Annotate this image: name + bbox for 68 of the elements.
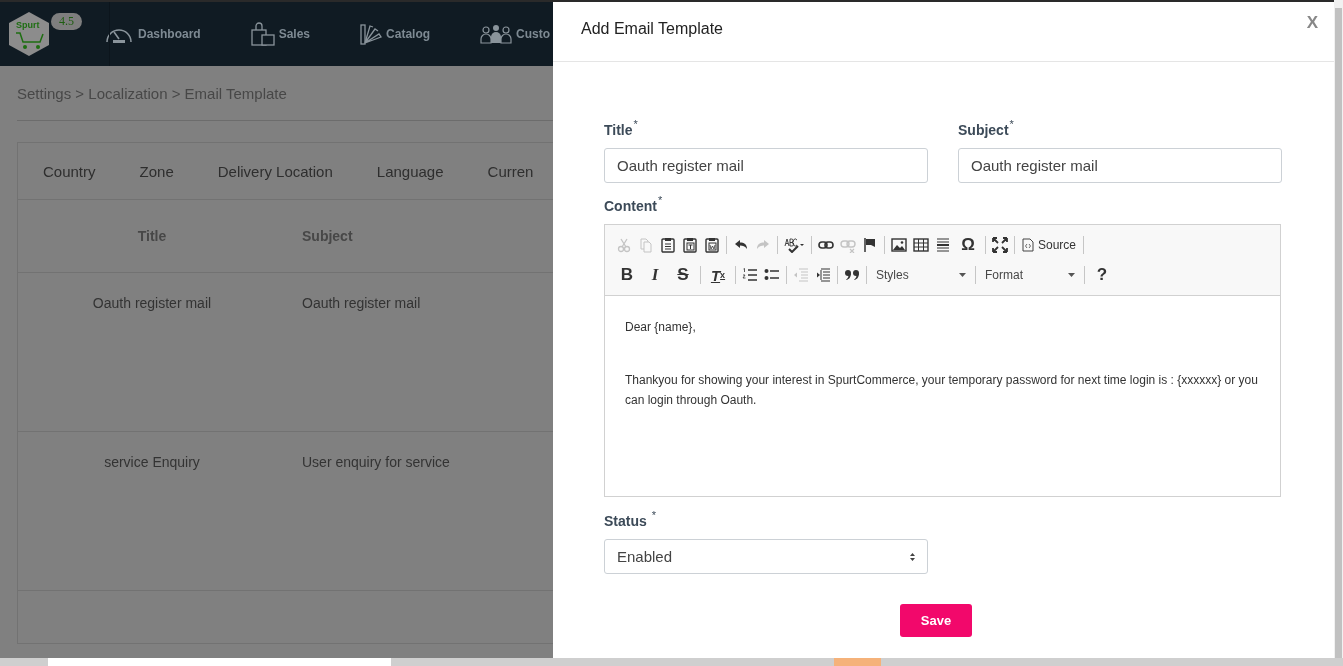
table-cell-text: Oauth register mail xyxy=(91,295,213,313)
dropdown[interactable]: Styles xyxy=(870,264,972,286)
dropdown[interactable]: Format xyxy=(979,264,1081,286)
toolbar-button[interactable]: I xyxy=(641,264,669,286)
scrollbar[interactable] xyxy=(1334,0,1343,658)
input-field[interactable]: Oauth register mail xyxy=(958,148,1282,183)
nav-link[interactable]: Catalog xyxy=(386,27,431,41)
field-label: Title xyxy=(604,122,633,138)
breadcrumb: Settings > Localization > Email Template xyxy=(17,66,553,121)
editor-body[interactable]: Dear {name}, Thankyou for showing your interest in SpurtCommerce, your temporary password for next time login is : {xxxxxx} or you can login through Oauth. xyxy=(605,296,1280,496)
close-button[interactable]: X xyxy=(1306,13,1318,33)
table-cell-text: service Enquiry xyxy=(103,454,201,472)
save-button[interactable]: Save xyxy=(900,604,972,637)
table-cell-text: Oauth register mail xyxy=(301,295,421,313)
sort-caret-icon xyxy=(910,552,915,561)
required-mark: * xyxy=(1009,118,1014,132)
required-mark: * xyxy=(657,194,663,208)
shopping-bag-icon xyxy=(250,22,275,46)
swatch-fan-icon xyxy=(360,23,383,45)
paragraph: Thankyou for showing your interest in SpurtCommerce, your temporary password for next time login is : {xxxxxx} or you can login through Oauth. xyxy=(625,372,1259,409)
toolbar-button[interactable]: ? xyxy=(1088,264,1116,286)
logo-text: Spurt xyxy=(16,21,40,30)
logo-icon xyxy=(8,11,50,57)
table-icon xyxy=(913,237,929,253)
scissors-icon xyxy=(616,237,632,253)
copy-icon xyxy=(638,237,654,253)
caret-icon xyxy=(1068,273,1075,277)
nav-link[interactable]: Sales xyxy=(278,27,311,41)
toolbar-button[interactable] xyxy=(989,234,1011,256)
bullet-list-icon xyxy=(764,267,780,283)
table-cell-text: User enquiry for service xyxy=(301,454,450,472)
people-icon xyxy=(480,24,513,44)
spellcheck-icon xyxy=(784,237,805,253)
clipboard-word-icon xyxy=(704,237,720,253)
required-mark: * xyxy=(651,509,657,523)
caret-icon xyxy=(959,273,966,277)
horizontal-line-icon xyxy=(935,237,951,253)
toolbar-button[interactable]: S xyxy=(669,264,697,286)
toolbar-button[interactable]: Ω xyxy=(954,234,982,256)
unlink-icon xyxy=(840,237,856,253)
image-icon xyxy=(891,237,907,253)
version-badge: 4.5 xyxy=(51,13,82,30)
outdent-icon xyxy=(793,267,809,283)
clipboard-text-icon xyxy=(682,237,698,253)
settings-tab[interactable]: Delivery Location xyxy=(217,162,333,180)
paragraph: Dear {name}, xyxy=(625,319,697,336)
nav-link[interactable]: Dashboard xyxy=(138,27,201,41)
status-select[interactable]: Enabled xyxy=(604,539,928,574)
field-label: Content xyxy=(604,198,657,214)
clipboard-icon xyxy=(660,237,676,253)
nav-link[interactable]: Custo xyxy=(516,27,551,41)
settings-tab[interactable]: Country xyxy=(43,162,96,180)
required-mark: * xyxy=(633,118,638,132)
maximize-icon xyxy=(992,237,1008,253)
source-button[interactable]: Source xyxy=(1018,234,1081,256)
input-field[interactable]: Oauth register mail xyxy=(604,148,928,183)
settings-tab[interactable]: Language xyxy=(376,162,444,180)
document-icon xyxy=(1022,238,1034,252)
field-label: Status xyxy=(604,513,647,529)
indent-icon xyxy=(815,267,831,283)
modal-title: Add Email Template xyxy=(581,19,723,38)
column-header: Subject xyxy=(301,228,353,244)
column-header: Title xyxy=(136,228,168,244)
flag-icon xyxy=(862,237,878,253)
toolbar-button[interactable]: B xyxy=(613,264,641,286)
field-label: Subject xyxy=(958,122,1009,138)
numbered-list-icon xyxy=(742,267,758,283)
quote-icon xyxy=(844,267,860,283)
